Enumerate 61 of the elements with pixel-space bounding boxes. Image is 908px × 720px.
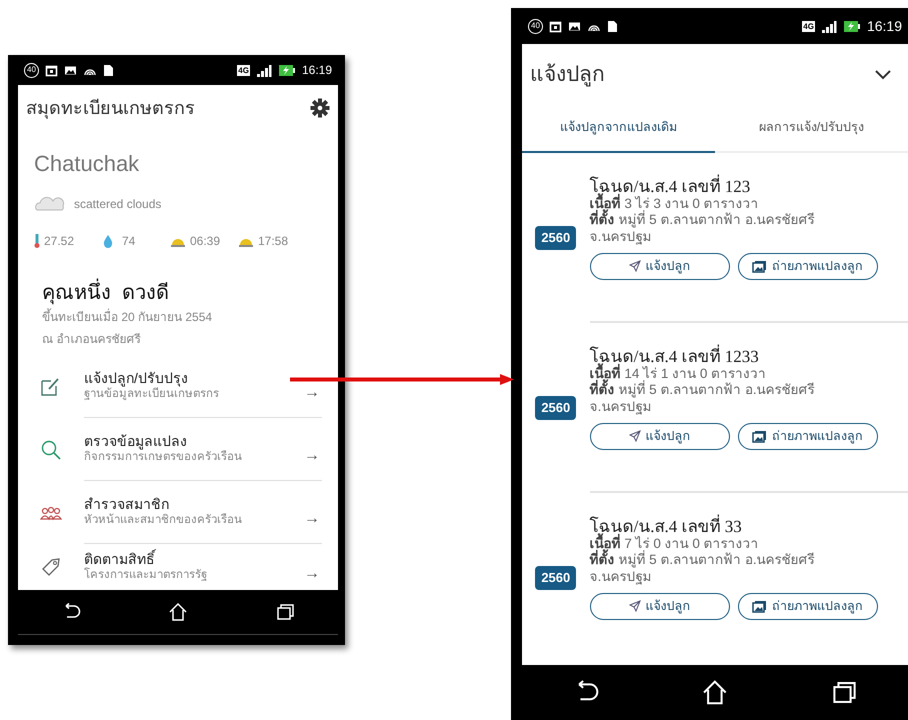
weather-value: 17:58 — [258, 233, 288, 250]
registration-district: ณ อำเภอนครชัยศรี — [42, 330, 142, 348]
outline-button[interactable]: แจ้งปลูก — [590, 252, 730, 280]
menu-item-title[interactable]: ตรวจข้อมูลแปลง — [84, 433, 302, 450]
photo-icon — [752, 600, 768, 613]
weather-condition: scattered clouds — [74, 196, 162, 213]
arrow-button[interactable]: → — [302, 566, 322, 582]
calendar-icon — [549, 20, 562, 32]
app-title: สมุดทะเบียนเกษตรกร — [26, 96, 195, 121]
photo-icon — [752, 260, 768, 273]
battery-charging-icon — [278, 64, 296, 76]
menu-item-subtitle: โครงการและมาตรการรัฐ — [84, 568, 208, 583]
status-time: 16:19 — [866, 16, 902, 36]
image-icon — [568, 20, 581, 32]
arrow-button[interactable]: → — [302, 511, 322, 527]
weather-value: 74 — [122, 233, 136, 250]
menu-item-subtitle: กิจกรรมการเกษตรของครัวเรือน — [84, 450, 243, 465]
user-name: คุณหนึ่ง ดวงดี — [42, 278, 314, 308]
sd-card-icon — [103, 64, 114, 76]
arrow-button[interactable]: → — [302, 385, 322, 401]
year-badge: 2560 — [535, 226, 576, 250]
outline-button[interactable]: ถ่ายภาพแปลงลูก — [738, 252, 878, 280]
tab[interactable]: ผลการแจ้ง/ปรับปรุง — [715, 106, 908, 153]
sd-card-icon — [607, 20, 618, 32]
network-label: 4G — [237, 64, 250, 76]
send-icon — [628, 430, 641, 442]
send-icon — [628, 260, 641, 272]
signal-icon — [820, 20, 837, 32]
thermometer-icon — [34, 234, 40, 248]
outline-button[interactable]: แจ้งปลูก — [590, 592, 730, 620]
outline-button[interactable]: แจ้งปลูก — [590, 422, 730, 450]
menu-item-title[interactable]: แจ้งปลูก/ปรับปรุง — [84, 370, 302, 387]
battery-charging-icon — [842, 20, 861, 32]
year-badge: 2560 — [535, 566, 576, 590]
city-name: Chatuchak — [33, 150, 140, 178]
registration-date: ขึ้นทะเบียนเมื่อ 20 กันยายน 2554 — [42, 308, 214, 326]
image-icon — [64, 64, 77, 76]
menu-item-title[interactable]: สำรวจสมาชิก — [84, 496, 302, 513]
signal-icon — [256, 64, 272, 76]
screen-title: แจ้งปลูก — [530, 62, 605, 88]
home-icon[interactable] — [166, 602, 189, 622]
notification-count: 40 — [24, 62, 39, 78]
cloud-icon — [34, 196, 66, 212]
tab[interactable]: แจ้งปลูกจากแปลงเดิม — [522, 106, 715, 153]
chevron-down-icon[interactable] — [874, 69, 892, 81]
year-badge: 2560 — [535, 396, 576, 420]
network-label: 4G — [802, 20, 815, 32]
photo-icon — [752, 430, 768, 443]
menu-item-subtitle: ฐานข้อมูลทะเบียนเกษตรกร — [84, 387, 220, 402]
outline-button[interactable]: ถ่ายภาพแปลงลูก — [738, 592, 878, 620]
weather-value: 06:39 — [190, 233, 220, 250]
notification-count: 40 — [528, 18, 543, 34]
calendar-icon — [45, 64, 58, 76]
menu-item-subtitle: หัวหน้าและสมาชิกของครัวเรือน — [84, 512, 243, 528]
menu-item-title[interactable]: ติดตามสิทธิ์ — [84, 551, 302, 568]
settings-icon[interactable] — [310, 98, 330, 118]
outline-button[interactable]: ถ่ายภาพแปลงลูก — [738, 422, 878, 450]
send-icon — [628, 600, 641, 612]
arrow-button[interactable]: → — [302, 448, 322, 464]
weather-value: 27.52 — [44, 233, 74, 250]
status-time: 16:19 — [302, 62, 332, 79]
